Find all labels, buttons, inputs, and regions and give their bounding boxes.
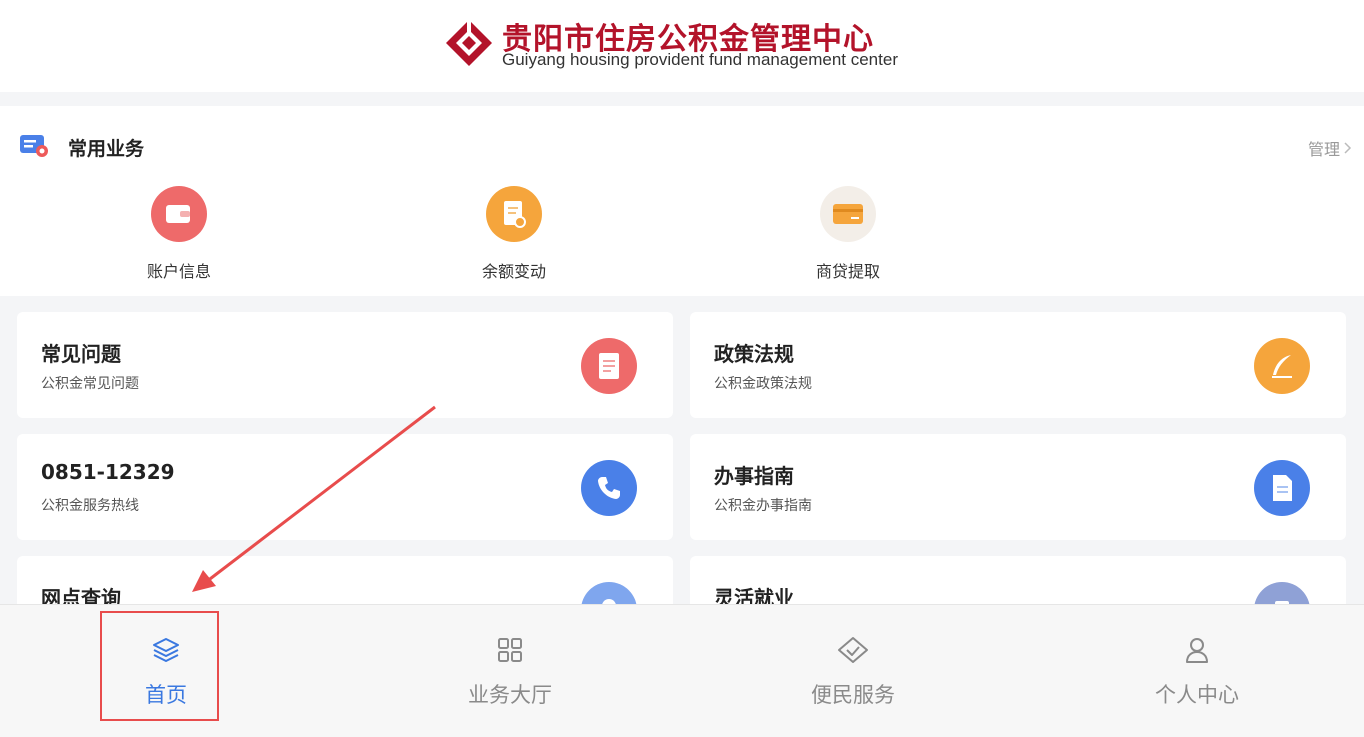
person-icon xyxy=(1186,638,1208,663)
phone-icon xyxy=(581,460,637,516)
manage-link[interactable]: 管理 xyxy=(1308,136,1352,160)
card-icon xyxy=(820,186,876,242)
app-subtitle: Guiyang housing provident fund managemen… xyxy=(502,50,898,69)
nav-label: 业务大厅 xyxy=(468,683,552,707)
business-card-icon xyxy=(20,135,48,157)
service-label: 账户信息 xyxy=(146,262,211,281)
nav-convenience-services[interactable]: 便民服务 xyxy=(763,635,943,709)
card-subtitle: 公积金服务热线 xyxy=(41,498,139,514)
service-account-info[interactable]: 账户信息 xyxy=(119,186,239,282)
nav-label: 便民服务 xyxy=(811,683,895,707)
common-services-section: 常用业务 管理 账户信息 余额变动 商贷提取 xyxy=(0,106,1364,296)
card-hotline[interactable]: 0851-12329 公积金服务热线 xyxy=(17,434,673,540)
manage-label: 管理 xyxy=(1307,140,1340,159)
handshake-icon xyxy=(838,637,868,663)
card-guide[interactable]: 办事指南 公积金办事指南 xyxy=(690,434,1346,540)
nav-label: 个人中心 xyxy=(1155,683,1239,707)
balance-document-icon xyxy=(486,186,542,242)
card-title: 常见问题 xyxy=(41,342,121,366)
nav-business-hall[interactable]: 业务大厅 xyxy=(420,635,600,709)
card-title: 政策法规 xyxy=(714,342,794,366)
wallet-icon xyxy=(151,186,207,242)
housing-fund-logo-icon xyxy=(446,20,492,66)
service-label: 余额变动 xyxy=(481,262,546,281)
card-subtitle: 公积金办事指南 xyxy=(714,498,812,514)
card-title: 0851-12329 xyxy=(41,460,175,484)
section-title: 常用业务 xyxy=(68,138,145,160)
service-balance-change[interactable]: 余额变动 xyxy=(454,186,574,282)
card-faq[interactable]: 常见问题 公积金常见问题 xyxy=(17,312,673,418)
card-subtitle: 公积金政策法规 xyxy=(714,376,812,392)
service-label: 商贷提取 xyxy=(815,262,880,281)
chevron-right-icon xyxy=(1344,142,1352,154)
grid-icon xyxy=(498,638,522,662)
card-policy[interactable]: 政策法规 公积金政策法规 xyxy=(690,312,1346,418)
service-commercial-loan-withdrawal[interactable]: 商贷提取 xyxy=(788,186,908,282)
nav-personal-center[interactable]: 个人中心 xyxy=(1107,635,1287,709)
highlight-box xyxy=(100,611,219,721)
card-subtitle: 公积金常见问题 xyxy=(41,376,139,392)
card-title: 办事指南 xyxy=(714,464,794,488)
guide-document-icon xyxy=(1254,460,1310,516)
faq-document-icon xyxy=(581,338,637,394)
app-header: 贵阳市住房公积金管理中心 Guiyang housing provident f… xyxy=(0,0,1364,92)
quill-icon xyxy=(1254,338,1310,394)
